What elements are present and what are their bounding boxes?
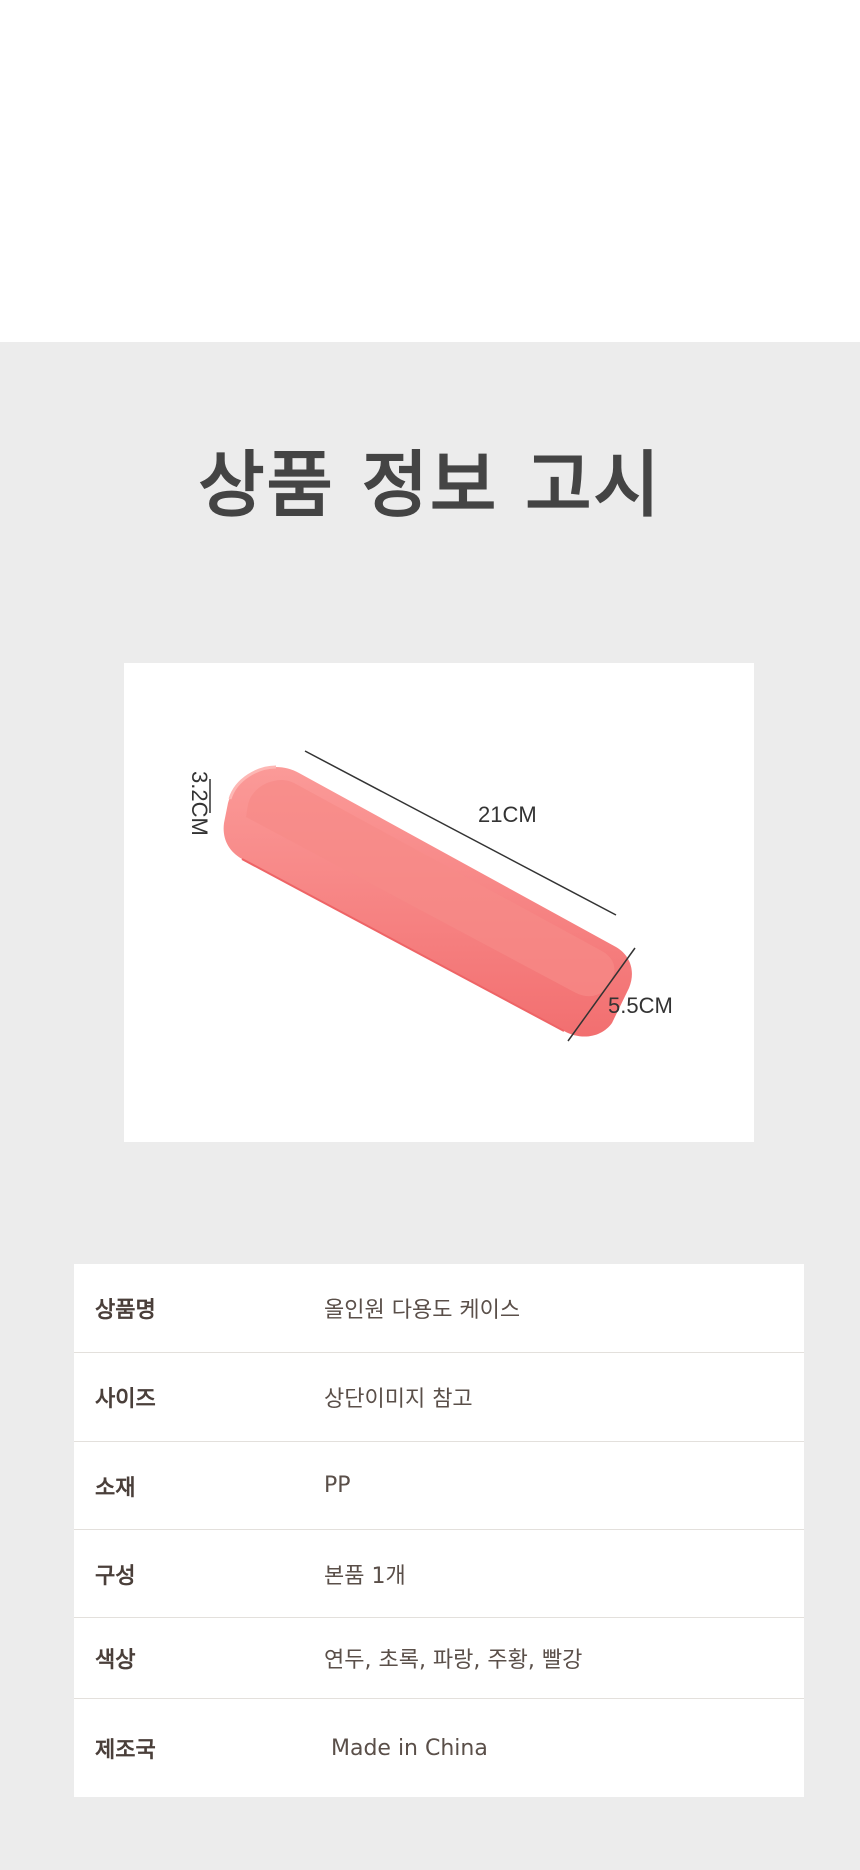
spec-value: Made in China bbox=[324, 1735, 488, 1761]
section-title: 상품 정보 고시 bbox=[198, 443, 662, 527]
spec-row-size: 사이즈 상단이미지 참고 bbox=[74, 1353, 804, 1442]
spec-value: 본품 1개 bbox=[324, 1563, 406, 1589]
spec-label: 사이즈 bbox=[95, 1387, 156, 1412]
product-dimension-illustration: 21CM 5.5CM 3.2CM bbox=[187, 750, 673, 1042]
top-blank-area bbox=[0, 0, 860, 342]
spec-label: 구성 bbox=[95, 1563, 136, 1589]
spec-value: 상단이미지 참고 bbox=[324, 1387, 473, 1412]
spec-label: 제조국 bbox=[95, 1738, 156, 1763]
spec-label: 색상 bbox=[95, 1648, 136, 1673]
spec-row-material: 소재 PP bbox=[74, 1442, 804, 1530]
spec-value: 연두, 초록, 파랑, 주황, 빨강 bbox=[324, 1648, 583, 1673]
spec-row-color: 색상 연두, 초록, 파랑, 주황, 빨강 bbox=[74, 1618, 804, 1699]
spec-row-product-name: 상품명 올인원 다용도 케이스 bbox=[74, 1264, 804, 1353]
product-image: 21CM 5.5CM 3.2CM bbox=[124, 663, 754, 1142]
spec-label: 상품명 bbox=[95, 1298, 156, 1323]
width-label: 5.5CM bbox=[608, 993, 673, 1018]
spec-table: 상품명 올인원 다용도 케이스 사이즈 상단이미지 참고 소재 PP 구성 본품… bbox=[74, 1264, 804, 1797]
spec-row-origin: 제조국 Made in China bbox=[74, 1699, 804, 1797]
spec-value: PP bbox=[324, 1473, 351, 1498]
spec-value: 올인원 다용도 케이스 bbox=[324, 1298, 521, 1323]
spec-label: 소재 bbox=[95, 1475, 136, 1501]
height-label: 3.2CM bbox=[187, 771, 212, 836]
product-info-section: 상품 정보 고시 21CM 5.5CM 3.2CM 상품명 올인원 다용도 케이… bbox=[0, 342, 860, 1870]
spec-row-composition: 구성 본품 1개 bbox=[74, 1530, 804, 1618]
case-body bbox=[223, 765, 632, 1037]
length-label: 21CM bbox=[478, 802, 537, 827]
